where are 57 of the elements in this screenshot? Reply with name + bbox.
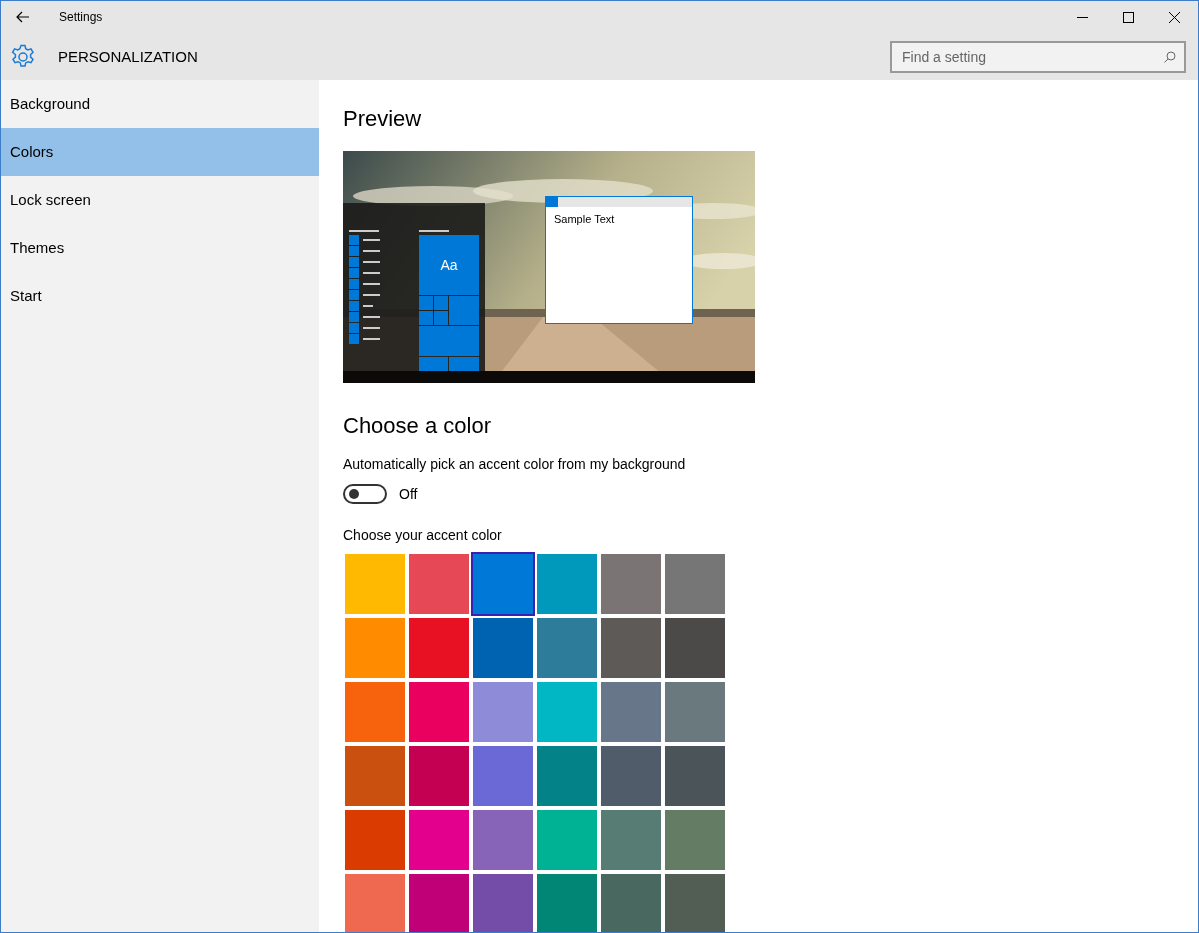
sidebar-item[interactable]: Background — [1, 80, 319, 128]
color-swatch[interactable] — [409, 554, 469, 614]
color-swatch[interactable] — [537, 682, 597, 742]
color-swatch[interactable] — [537, 746, 597, 806]
color-swatch[interactable] — [345, 810, 405, 870]
search-icon — [1164, 50, 1176, 63]
tile-label: Aa — [439, 256, 459, 275]
settings-icon — [10, 43, 36, 70]
color-swatch[interactable] — [345, 618, 405, 678]
color-swatch[interactable] — [537, 874, 597, 932]
color-swatch[interactable] — [345, 746, 405, 806]
sample-text: Sample Text — [554, 213, 615, 225]
toggle-state-label: Off — [399, 486, 418, 502]
color-swatch[interactable] — [473, 682, 533, 742]
color-swatch[interactable] — [537, 810, 597, 870]
close-icon[interactable] — [1169, 11, 1180, 23]
color-swatch[interactable] — [665, 682, 725, 742]
back-arrow-icon[interactable] — [16, 11, 30, 23]
color-swatch[interactable] — [601, 874, 661, 932]
color-swatch[interactable] — [537, 618, 597, 678]
sidebar-item[interactable]: Start — [1, 272, 319, 320]
section-heading: Preview — [343, 105, 423, 133]
setting-label: Automatically pick an accent color from my background — [343, 455, 687, 473]
color-swatch[interactable] — [473, 810, 533, 870]
sidebar-item[interactable]: Lock screen — [1, 176, 319, 224]
color-swatch[interactable] — [601, 810, 661, 870]
color-swatch[interactable] — [665, 874, 725, 932]
color-swatch[interactable] — [665, 618, 725, 678]
color-swatch[interactable] — [601, 618, 661, 678]
setting-label: Choose your accent color — [343, 526, 503, 544]
color-swatch[interactable] — [409, 746, 469, 806]
color-swatch[interactable] — [345, 874, 405, 932]
color-swatch[interactable] — [665, 810, 725, 870]
color-swatch[interactable] — [601, 682, 661, 742]
toggle-switch[interactable] — [343, 484, 387, 504]
color-swatch[interactable] — [345, 682, 405, 742]
page-title: PERSONALIZATION — [58, 48, 198, 65]
color-swatch[interactable] — [409, 618, 469, 678]
color-swatch[interactable] — [601, 554, 661, 614]
color-swatch[interactable] — [473, 618, 533, 678]
window-title: Settings — [59, 10, 103, 24]
color-swatch[interactable] — [345, 554, 405, 614]
color-swatch[interactable] — [409, 810, 469, 870]
search-field[interactable]: Find a setting — [890, 40, 1186, 73]
color-swatch[interactable] — [473, 746, 533, 806]
color-swatch[interactable] — [473, 554, 533, 614]
sidebar-item[interactable]: Themes — [1, 224, 319, 272]
maximize-icon[interactable] — [1123, 11, 1134, 23]
color-swatch[interactable] — [665, 746, 725, 806]
sidebar-item[interactable]: Colors — [1, 128, 319, 176]
color-swatch[interactable] — [601, 746, 661, 806]
section-heading: Choose a color — [343, 412, 492, 440]
color-swatch[interactable] — [537, 554, 597, 614]
color-swatch[interactable] — [409, 874, 469, 932]
color-swatch[interactable] — [409, 682, 469, 742]
color-swatch[interactable] — [473, 874, 533, 932]
color-swatch[interactable] — [665, 554, 725, 614]
